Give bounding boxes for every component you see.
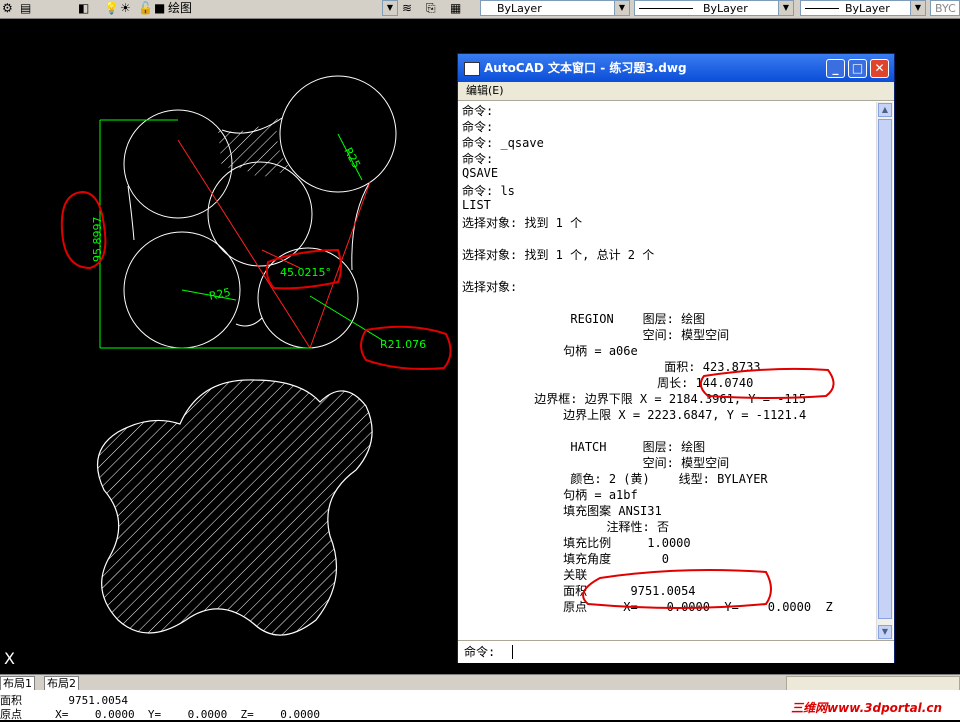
text-annotations bbox=[582, 367, 835, 609]
annotation-loop-perimeter bbox=[699, 367, 835, 399]
layout-tabs: 布局1 布局2 bbox=[0, 674, 960, 692]
annotation-loop-area bbox=[582, 569, 772, 609]
watermark-logo: 三维网www.3dportal.cn bbox=[791, 701, 942, 715]
